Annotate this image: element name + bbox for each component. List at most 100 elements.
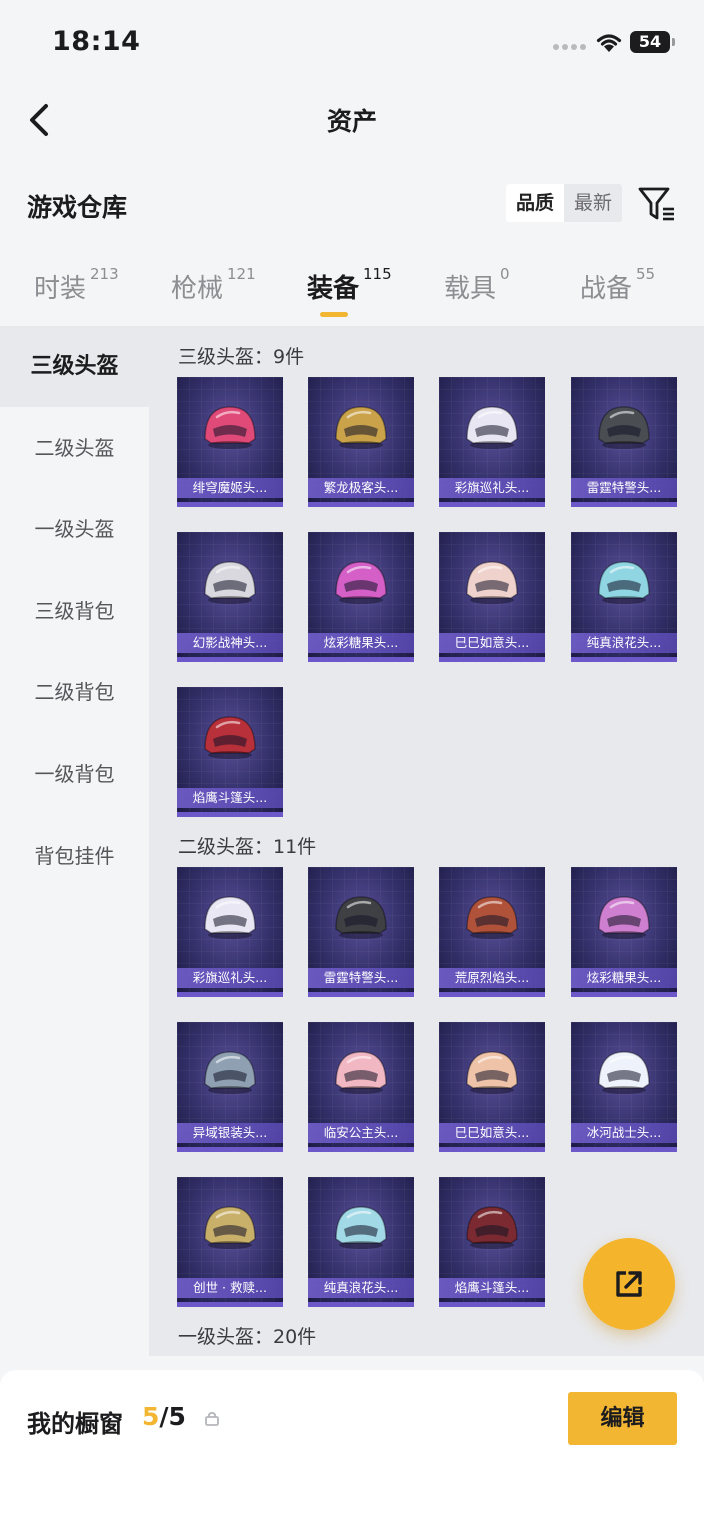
item-name: 雷霆特警头... <box>571 478 677 498</box>
showcase-total: /5 <box>159 1402 186 1431</box>
helmet-item-card[interactable]: 雷霆特警头... <box>308 867 414 997</box>
status-bar: 18:14 54 <box>0 0 704 84</box>
tab-count: 115 <box>363 264 392 283</box>
active-tab-indicator <box>320 312 348 317</box>
filter-icon[interactable] <box>637 184 677 224</box>
tab-supplies[interactable]: 战备55 <box>580 264 656 305</box>
tab-count: 121 <box>227 264 256 283</box>
battery-icon: 54 <box>630 31 675 53</box>
item-name: 焰鹰斗篷头... <box>177 788 283 808</box>
item-name: 焰鹰斗篷头... <box>439 1278 545 1298</box>
helmet-item-card[interactable]: 巳巳如意头... <box>439 532 545 662</box>
helmet-item-card[interactable]: 纯真浪花头... <box>308 1177 414 1307</box>
helmet-item-card[interactable]: 临安公主头... <box>308 1022 414 1152</box>
helmet-item-card[interactable]: 炫彩糖果头... <box>308 532 414 662</box>
tab-count: 213 <box>90 264 119 283</box>
sort-quality-button[interactable]: 品质 <box>506 184 564 222</box>
helmet-item-card[interactable]: 巳巳如意头... <box>439 1022 545 1152</box>
helmet-icon <box>466 1206 518 1249</box>
item-name: 纯真浪花头... <box>571 633 677 653</box>
helmet-item-card[interactable]: 雷霆特警头... <box>571 377 677 507</box>
tab-fashion[interactable]: 时装213 <box>34 264 119 305</box>
item-name: 炫彩糖果头... <box>571 968 677 988</box>
warehouse-header: 游戏仓库 品质 最新 <box>0 178 704 234</box>
tab-guns[interactable]: 枪械121 <box>171 264 256 305</box>
item-name: 荒原烈焰头... <box>439 968 545 988</box>
sidebar-item-level3-helmet[interactable]: 三级头盔 <box>0 326 149 407</box>
helmet-item-card[interactable]: 荒原烈焰头... <box>439 867 545 997</box>
helmet-icon <box>335 406 387 449</box>
lock-icon <box>205 1411 219 1426</box>
item-name: 彩旗巡礼头... <box>439 478 545 498</box>
share-icon <box>616 1271 642 1297</box>
helmet-item-card[interactable]: 焰鹰斗篷头... <box>177 687 283 817</box>
showcase-label: 我的橱窗 <box>27 1410 123 1438</box>
sidebar-item-level3-backpack[interactable]: 三级背包 <box>0 571 149 652</box>
showcase-current: 5 <box>142 1402 160 1431</box>
tab-label: 时装 <box>34 274 87 304</box>
helmet-item-card[interactable]: 异域银装头... <box>177 1022 283 1152</box>
helmet-icon <box>335 1206 387 1249</box>
sidebar-item-level1-helmet[interactable]: 一级头盔 <box>0 489 149 570</box>
helmet-item-card[interactable]: 绯穹魔姬头... <box>177 377 283 507</box>
helmet-icon <box>335 561 387 604</box>
item-name: 雷霆特警头... <box>308 968 414 988</box>
tab-label: 战备 <box>580 274 633 304</box>
helmet-icon <box>598 561 650 604</box>
tab-count: 55 <box>636 264 656 283</box>
item-name: 炫彩糖果头... <box>308 633 414 653</box>
group-title: 二级头盔：11件 <box>178 836 317 858</box>
subcategory-sidebar: 三级头盔 二级头盔 一级头盔 三级背包 二级背包 一级背包 背包挂件 <box>0 326 149 1370</box>
item-name: 纯真浪花头... <box>308 1278 414 1298</box>
tab-label: 装备 <box>307 274 360 304</box>
sidebar-item-level2-backpack[interactable]: 二级背包 <box>0 652 149 733</box>
section-title: 游戏仓库 <box>27 193 128 222</box>
status-time: 18:14 <box>52 26 141 57</box>
item-name: 繁龙极客头... <box>308 478 414 498</box>
helmet-item-card[interactable]: 焰鹰斗篷头... <box>439 1177 545 1307</box>
helmet-icon <box>335 896 387 939</box>
showcase-count: 5/5 <box>142 1402 186 1431</box>
helmet-icon <box>204 406 256 449</box>
item-name: 绯穹魔姬头... <box>177 478 283 498</box>
group-title: 一级头盔：20件 <box>178 1326 317 1348</box>
sort-latest-button[interactable]: 最新 <box>564 184 622 222</box>
helmet-icon <box>466 896 518 939</box>
helmet-icon <box>466 561 518 604</box>
helmet-item-card[interactable]: 繁龙极客头... <box>308 377 414 507</box>
helmet-icon <box>598 406 650 449</box>
share-button[interactable] <box>583 1238 675 1330</box>
item-name: 创世 · 救赎... <box>177 1278 283 1298</box>
helmet-item-card[interactable]: 幻影战神头... <box>177 532 283 662</box>
tab-count: 0 <box>500 264 510 283</box>
helmet-item-card[interactable]: 彩旗巡礼头... <box>177 867 283 997</box>
helmet-item-card[interactable]: 彩旗巡礼头... <box>439 377 545 507</box>
helmet-item-card[interactable]: 冰河战士头... <box>571 1022 677 1152</box>
sidebar-item-backpack-charm[interactable]: 背包挂件 <box>0 816 149 897</box>
helmet-icon <box>204 896 256 939</box>
helmet-icon <box>598 896 650 939</box>
helmet-icon <box>335 1051 387 1094</box>
sidebar-item-level2-helmet[interactable]: 二级头盔 <box>0 408 149 489</box>
helmet-icon <box>204 716 256 759</box>
helmet-icon <box>466 406 518 449</box>
item-name: 冰河战士头... <box>571 1123 677 1143</box>
tab-label: 载具 <box>444 274 497 304</box>
helmet-icon <box>204 1051 256 1094</box>
wifi-icon <box>596 34 622 52</box>
item-name: 彩旗巡礼头... <box>177 968 283 988</box>
item-name: 异域银装头... <box>177 1123 283 1143</box>
tab-vehicles[interactable]: 载具0 <box>444 264 510 305</box>
page-title: 资产 <box>326 107 377 136</box>
tab-equipment[interactable]: 装备115 <box>307 264 392 305</box>
item-name: 巳巳如意头... <box>439 1123 545 1143</box>
group-title: 三级头盔：9件 <box>178 346 305 368</box>
item-name: 幻影战神头... <box>177 633 283 653</box>
helmet-item-card[interactable]: 炫彩糖果头... <box>571 867 677 997</box>
helmet-item-card[interactable]: 创世 · 救赎... <box>177 1177 283 1307</box>
helmet-icon <box>466 1051 518 1094</box>
tab-label: 枪械 <box>171 274 224 304</box>
edit-button[interactable]: 编辑 <box>568 1392 677 1445</box>
helmet-item-card[interactable]: 纯真浪花头... <box>571 532 677 662</box>
sidebar-item-level1-backpack[interactable]: 一级背包 <box>0 734 149 815</box>
